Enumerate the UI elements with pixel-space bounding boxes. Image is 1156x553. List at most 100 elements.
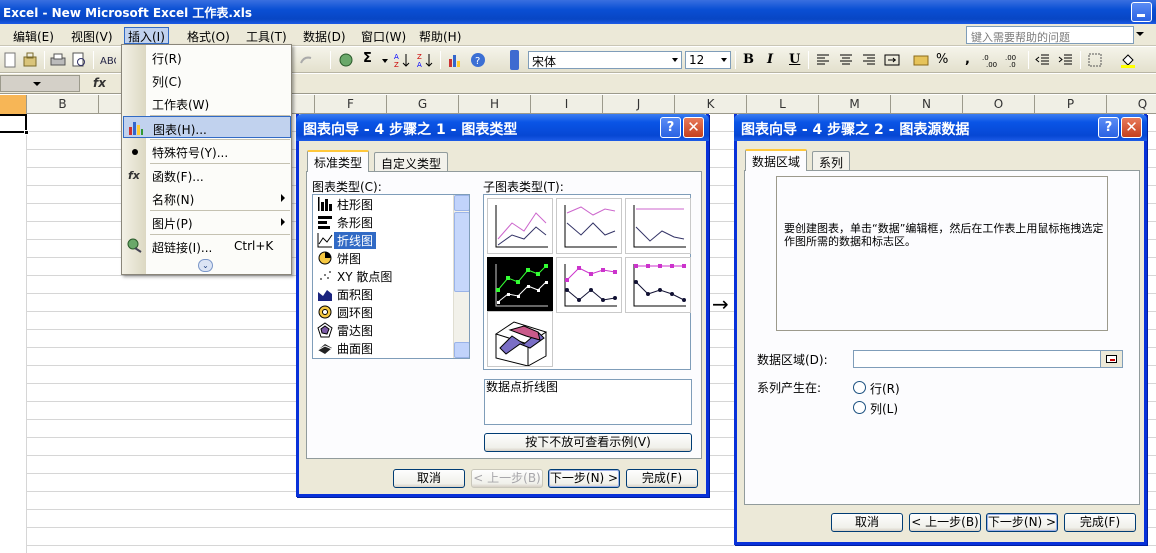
menu-item-chart[interactable]: 图表(H)... (123, 116, 291, 138)
column-header-i[interactable]: I (531, 95, 603, 114)
next-button[interactable]: 下一步(N) > (548, 469, 620, 488)
menu-item-function[interactable]: fx 函数(F)... (123, 164, 291, 186)
close-button[interactable]: ✕ (683, 117, 704, 138)
increase-indent-icon[interactable] (1058, 52, 1074, 68)
scroll-down-icon[interactable] (454, 342, 469, 358)
list-item-selected[interactable]: 折线图 (315, 231, 455, 249)
menu-item-worksheet[interactable]: 工作表(W) (123, 92, 291, 114)
help-dropdown-icon[interactable] (1136, 32, 1144, 36)
name-box[interactable] (0, 75, 80, 92)
column-header-g[interactable]: G (387, 95, 459, 114)
row-header-corner[interactable] (0, 95, 27, 114)
help-button[interactable]: ? (660, 117, 681, 138)
decrease-decimal-icon[interactable]: .00.0 (1005, 52, 1021, 68)
subtype-stacked-line-markers[interactable] (556, 257, 622, 313)
spelling-icon[interactable]: ABC (100, 52, 116, 68)
sort-ascending-icon[interactable]: AZ (394, 52, 410, 68)
collapse-dialog-icon[interactable] (1100, 351, 1122, 367)
insert-function-icon[interactable]: fx (93, 76, 106, 90)
scroll-thumb[interactable] (454, 212, 469, 292)
column-header-f[interactable]: F (315, 95, 387, 114)
list-item[interactable]: 曲面图 (315, 339, 455, 357)
subtype-100-stacked-line-markers[interactable] (625, 257, 691, 313)
subtype-line[interactable] (487, 198, 553, 254)
column-header-n[interactable]: N (891, 95, 963, 114)
font-size-select[interactable]: 12 (685, 51, 731, 69)
minimize-button[interactable] (1131, 2, 1152, 22)
borders-icon[interactable] (1087, 52, 1103, 68)
finish-button[interactable]: 完成(F) (626, 469, 698, 488)
subtype-line-markers-selected[interactable] (487, 257, 553, 313)
menu-window[interactable]: 窗口(W) (357, 27, 410, 44)
increase-decimal-icon[interactable]: .0.00 (982, 52, 998, 68)
menu-item-name[interactable]: 名称(N) (123, 187, 291, 209)
column-header-o[interactable]: O (963, 95, 1035, 114)
align-right-icon[interactable] (861, 52, 877, 68)
column-header-h[interactable]: H (459, 95, 531, 114)
underline-button[interactable]: U (789, 52, 800, 67)
column-header-l[interactable]: L (747, 95, 819, 114)
expand-menu-chevron-icon[interactable]: ⌄ (198, 259, 213, 272)
next-button[interactable]: 下一步(N) > (986, 513, 1058, 532)
tab-standard-types[interactable]: 标准类型 (307, 150, 370, 172)
tab-custom-types[interactable]: 自定义类型 (374, 152, 449, 172)
bold-button[interactable]: B (743, 52, 754, 67)
press-and-hold-preview-button[interactable]: 按下不放可查看示例(V) (484, 433, 692, 452)
list-item[interactable]: 条形图 (315, 213, 455, 231)
list-item[interactable]: 饼图 (315, 249, 455, 267)
column-header-q[interactable]: Q (1107, 95, 1156, 114)
close-button[interactable]: ✕ (1121, 117, 1142, 138)
chart-wizard-icon[interactable] (447, 52, 463, 68)
column-header-b[interactable]: B (27, 95, 99, 114)
menu-tools[interactable]: 工具(T) (242, 27, 291, 44)
radio-columns[interactable] (853, 401, 866, 414)
back-button[interactable]: < 上一步(B) (909, 513, 981, 532)
percent-button[interactable]: % (936, 52, 948, 67)
cancel-button[interactable]: 取消 (831, 513, 903, 532)
radio-rows[interactable] (853, 381, 866, 394)
cancel-button[interactable]: 取消 (393, 469, 465, 488)
list-item[interactable]: 雷达图 (315, 321, 455, 339)
redo-icon[interactable] (298, 52, 314, 68)
tab-series[interactable]: 系列 (812, 151, 851, 171)
new-icon[interactable] (2, 52, 18, 68)
chart-type-list[interactable]: 柱形图 条形图 折线图 饼图 XY 散点图 面积图 圆环图 雷达图 曲面图 (312, 194, 470, 359)
subtype-stacked-line[interactable] (556, 198, 622, 254)
menu-item-columns[interactable]: 列(C) (123, 69, 291, 91)
permission-icon[interactable] (22, 52, 38, 68)
back-button[interactable]: < 上一步(B) (471, 469, 543, 488)
list-item[interactable]: XY 散点图 (315, 267, 455, 285)
menu-data[interactable]: 数据(D) (299, 27, 350, 44)
toolbar-options-icon[interactable] (510, 50, 519, 70)
menu-item-special-symbol[interactable]: 特殊符号(Y)... (123, 140, 291, 162)
comma-button[interactable]: , (965, 52, 970, 67)
column-header-k[interactable]: K (675, 95, 747, 114)
help-button[interactable]: ? (1098, 117, 1119, 138)
help-search-input[interactable]: 键入需要帮助的问题 (966, 26, 1134, 44)
list-item[interactable]: 圆环图 (315, 303, 455, 321)
currency-icon[interactable] (913, 52, 929, 68)
print-preview-icon[interactable] (71, 52, 87, 68)
menu-item-hyperlink[interactable]: 超链接(I)... Ctrl+K (123, 235, 291, 257)
menu-help[interactable]: 帮助(H) (415, 27, 465, 44)
autosum-icon[interactable]: Σ (363, 51, 372, 66)
menu-insert[interactable]: 插入(I) (124, 27, 169, 44)
align-left-icon[interactable] (815, 52, 831, 68)
fill-color-icon[interactable] (1120, 52, 1136, 68)
list-item[interactable]: 柱形图 (315, 195, 455, 213)
align-center-icon[interactable] (838, 52, 854, 68)
finish-button[interactable]: 完成(F) (1064, 513, 1136, 532)
column-header-j[interactable]: J (603, 95, 675, 114)
menu-edit[interactable]: 编辑(E) (9, 27, 58, 44)
radio-columns-label[interactable]: 列(L) (870, 400, 898, 417)
subtype-3d-line[interactable] (487, 311, 553, 367)
list-item[interactable]: 面积图 (315, 285, 455, 303)
hyperlink-icon[interactable] (338, 52, 354, 68)
menu-item-rows[interactable]: 行(R) (123, 46, 291, 68)
tab-data-range[interactable]: 数据区域 (745, 149, 808, 171)
decrease-indent-icon[interactable] (1035, 52, 1051, 68)
sort-descending-icon[interactable]: ZA (417, 52, 433, 68)
list-scrollbar[interactable] (453, 195, 469, 358)
menu-view[interactable]: 视图(V) (67, 27, 117, 44)
print-icon[interactable] (50, 52, 66, 68)
